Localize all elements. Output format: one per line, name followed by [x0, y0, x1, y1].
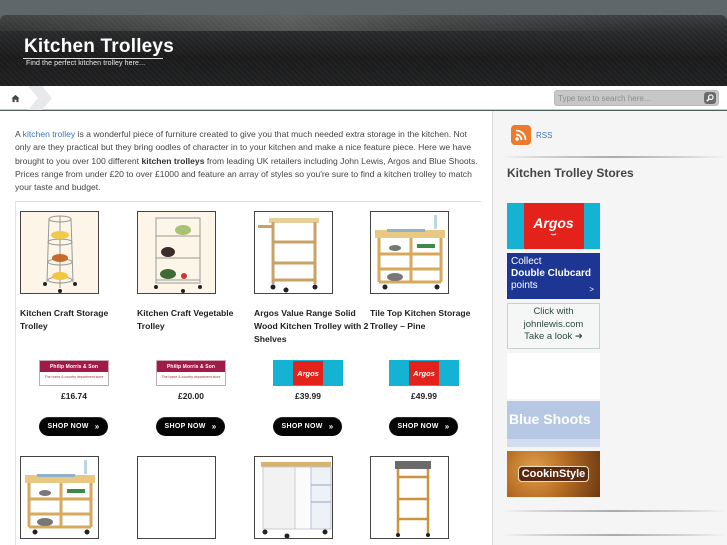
search-input[interactable] [558, 92, 698, 104]
retailer-subtitle: The home & country department store [44, 375, 104, 379]
product-card [15, 456, 125, 545]
double-chevron-right-icon: » [444, 422, 450, 431]
clubcard-banner[interactable]: Collect Double Clubcard points > [507, 253, 600, 299]
title-underline [23, 58, 163, 59]
retailer-name: Argos [409, 361, 439, 385]
product-price: £20.00 [178, 391, 204, 401]
product-price: £39.99 [295, 391, 321, 401]
shop-now-label: SHOP NOW [47, 423, 89, 430]
intro-paragraph: A kitchen trolley is a wonderful piece o… [15, 128, 485, 194]
retailer-logo-philip-morris[interactable]: Philip Morris & Son The home & country de… [156, 360, 226, 386]
double-chevron-right-icon: » [328, 422, 334, 431]
stores-heading: Kitchen Trolley Stores [507, 166, 634, 180]
banner-text: Collect [511, 256, 542, 267]
cookinstyle-banner[interactable]: CookinStyle [507, 451, 600, 497]
product-card: Tile Top Kitchen Storage Trolley – Pine … [365, 211, 475, 451]
product-image[interactable] [137, 211, 216, 294]
search-icon [706, 94, 714, 102]
retailer-logo-argos[interactable]: Argos [389, 360, 459, 386]
retailer-subtitle: The home & country department store [161, 375, 221, 379]
rss-link[interactable]: RSS [511, 125, 552, 145]
product-image[interactable] [370, 211, 449, 294]
banner-text: Click with [533, 306, 574, 317]
smile-icon: ⌣ [550, 229, 557, 239]
rss-icon [511, 125, 531, 145]
search-box [554, 90, 719, 106]
banner-text: johnlewis.com [523, 318, 584, 330]
shop-now-button[interactable]: SHOP NOW » [273, 417, 342, 436]
site-title[interactable]: Kitchen Trolleys [24, 36, 174, 58]
navbar [0, 86, 727, 110]
search-button[interactable] [704, 92, 716, 104]
intro-bold-text: kitchen trolleys [141, 155, 205, 166]
home-button[interactable] [0, 86, 30, 110]
argos-banner[interactable]: Argos ⌣ [507, 203, 600, 249]
retailer-logo-argos[interactable]: Argos [273, 360, 343, 386]
kitchen-trolley-link[interactable]: kitchen trolley [23, 129, 76, 139]
divider [501, 534, 726, 536]
product-image[interactable] [137, 456, 216, 539]
product-price: £16.74 [61, 391, 87, 401]
banner-text: Blue Shoots [509, 411, 591, 427]
sidebar: RSS Kitchen Trolley Stores Argos ⌣ Collec… [492, 111, 727, 545]
product-name[interactable]: Kitchen Craft Vegetable Trolley [137, 307, 252, 333]
product-card [249, 456, 359, 545]
divider [501, 510, 726, 512]
shop-now-label: SHOP NOW [164, 423, 206, 430]
retailer-name: Philip Morris & Son [157, 361, 225, 372]
john-lewis-banner[interactable]: Click with johnlewis.com Take a look ➜ [507, 303, 600, 349]
retailer-logo-philip-morris[interactable]: Philip Morris & Son The home & country de… [39, 360, 109, 386]
banner-text: CookinStyle [517, 466, 590, 482]
product-card: Argos Value Range Solid Wood Kitchen Tro… [249, 211, 368, 451]
shop-now-button[interactable]: SHOP NOW » [389, 417, 458, 436]
shop-now-button[interactable]: SHOP NOW » [156, 417, 225, 436]
shop-now-label: SHOP NOW [397, 423, 439, 430]
blank-banner[interactable] [507, 353, 600, 399]
site-tagline: Find the perfect kitchen trolley here... [26, 60, 146, 67]
product-card: Kitchen Craft Storage Trolley Philip Mor… [15, 211, 125, 451]
chevron-right-icon: > [589, 285, 594, 294]
banner-text: Take a look ➜ [524, 331, 583, 342]
blue-shoots-banner[interactable]: Blue Shoots [507, 401, 600, 447]
banner-text: Double Clubcard [511, 268, 592, 279]
retailer-name: Philip Morris & Son [40, 361, 108, 372]
product-name[interactable]: Argos Value Range Solid Wood Kitchen Tro… [254, 307, 369, 346]
product-card: Kitchen Craft Vegetable Trolley Philip M… [132, 211, 242, 451]
intro-text: A [15, 129, 23, 139]
double-chevron-right-icon: » [94, 422, 100, 431]
product-price: £49.99 [411, 391, 437, 401]
product-image[interactable] [20, 456, 99, 539]
product-name[interactable]: Kitchen Craft Storage Trolley [20, 307, 135, 333]
rss-label[interactable]: RSS [536, 131, 552, 140]
breadcrumb-chevron [28, 86, 52, 110]
main-content: A kitchen trolley is a wonderful piece o… [0, 111, 492, 545]
banner-strip [507, 439, 600, 447]
product-name[interactable]: Tile Top Kitchen Storage Trolley – Pine [370, 307, 485, 333]
product-image[interactable] [254, 456, 333, 539]
page: Kitchen Trolleys Find the perfect kitche… [0, 0, 727, 545]
product-card [132, 456, 242, 545]
product-image[interactable] [370, 456, 449, 539]
banner-text: points [511, 280, 538, 291]
shop-now-button[interactable]: SHOP NOW » [39, 417, 108, 436]
retailer-name: Argos [293, 361, 323, 385]
product-image[interactable] [20, 211, 99, 294]
divider [501, 156, 726, 158]
double-chevron-right-icon: » [211, 422, 217, 431]
shop-now-label: SHOP NOW [281, 423, 323, 430]
divider [15, 201, 481, 202]
site-header: Kitchen Trolleys Find the perfect kitche… [0, 15, 727, 86]
home-icon [10, 94, 20, 102]
product-card [365, 456, 475, 545]
product-image[interactable] [254, 211, 333, 294]
